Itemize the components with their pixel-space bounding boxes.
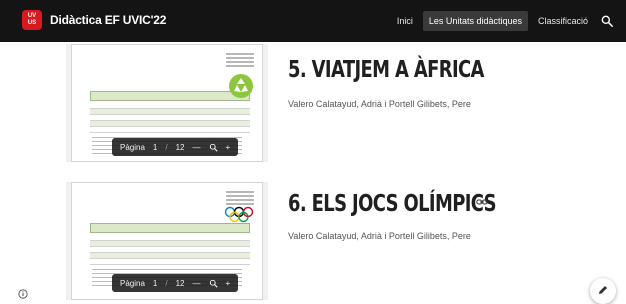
zoom-in-icon[interactable] [209,143,218,152]
unit-6-title: 6. ELS JOCS OLÍMPICS [288,191,497,217]
nav-item-classificacio[interactable]: Classificació [532,11,594,31]
nav-item-unitats-didactiques[interactable]: Les Unitats didàctiques [422,11,528,31]
recycle-icon [229,74,253,98]
zoom-out-button[interactable]: — [193,143,201,152]
unit-5-authors: Valero Calatayud, Adrià i Portell Gilibe… [288,99,471,109]
zoom-out-button[interactable]: — [193,279,201,288]
main-navigation: Inici Les Unitats didàctiques Classifica… [391,0,614,42]
current-page-input[interactable]: 1 [153,279,157,288]
link-icon[interactable] [476,198,488,206]
page-separator: / [165,142,168,152]
zoom-plus-button[interactable]: + [226,279,231,288]
olympic-rings-icon [224,206,254,223]
total-pages: 12 [175,142,185,152]
unit-6-authors: Valero Calatayud, Adrià i Portell Gilibe… [288,231,471,241]
document-table-header [90,91,250,101]
zoom-plus-button[interactable]: + [226,143,231,152]
page-label: Pàgina [120,278,145,288]
page-label: Pàgina [120,142,145,152]
current-page-input[interactable]: 1 [153,143,157,152]
nav-item-inici[interactable]: Inici [391,11,419,31]
zoom-in-icon[interactable] [209,279,218,288]
info-icon[interactable] [18,289,28,299]
edit-button[interactable] [590,278,616,304]
unit-6-document-preview[interactable]: Pàgina 1 / 12 — + [66,182,268,300]
total-pages: 12 [175,278,185,288]
top-navigation-bar: UV US Didàctica EF UVIC'22 Inici Les Unit… [0,0,626,42]
unit-5-document-preview[interactable]: Pàgina 1 / 12 — + [66,44,268,162]
site-title[interactable]: Didàctica EF UVIC'22 [50,13,166,27]
page-separator: / [165,278,168,288]
edit-icon [599,286,607,294]
pdf-viewer-controls: Pàgina 1 / 12 — + [112,274,239,292]
search-icon[interactable] [600,14,614,28]
site-logo[interactable]: UV US [22,10,42,30]
unit-5-title: 5. VIATJEM A ÀFRICA [288,57,484,83]
pdf-viewer-controls: Pàgina 1 / 12 — + [112,138,239,156]
